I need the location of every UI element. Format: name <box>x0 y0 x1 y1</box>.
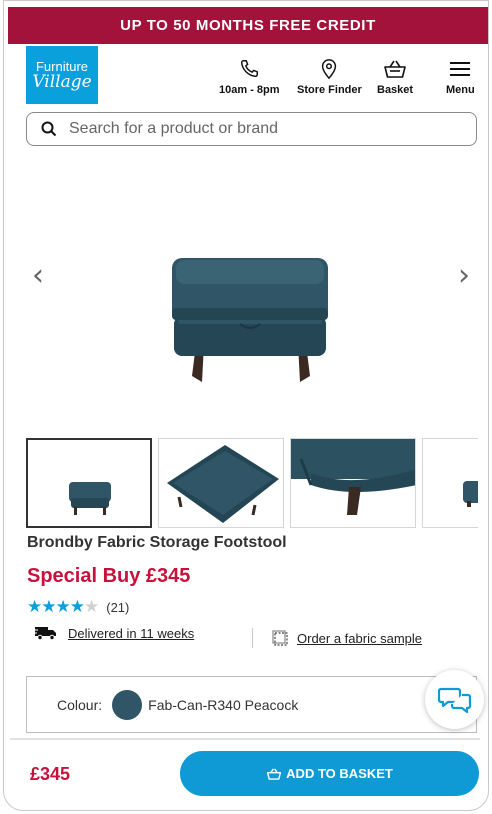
nav-menu[interactable]: Menu <box>446 58 475 96</box>
search-input[interactable] <box>69 120 449 138</box>
delivery-info[interactable]: Delivered in 11 weeks <box>34 625 194 641</box>
star-icon: ★ <box>41 597 56 616</box>
brand-logo[interactable]: Furniture Village <box>26 46 98 104</box>
gallery-next-arrow[interactable]: › <box>458 258 470 293</box>
logo-line-2: Village <box>32 71 92 92</box>
rating-stars: ★★★★★ <box>27 597 99 617</box>
star-icon: ★ <box>27 597 42 616</box>
thumbnail-leg-detail[interactable] <box>290 438 416 528</box>
fabric-sample-link[interactable]: Order a fabric sample <box>297 631 422 646</box>
delivery-truck-icon <box>34 627 56 641</box>
colour-value: Fab-Can-R340 Peacock <box>148 696 299 713</box>
nav-label: Store Finder <box>297 84 362 96</box>
colour-swatch <box>112 689 143 720</box>
product-title: Brondby Fabric Storage Footstool <box>27 534 287 551</box>
info-divider <box>252 628 253 648</box>
nav-label: Basket <box>377 84 414 96</box>
bottom-bar-divider <box>10 738 480 740</box>
basket-icon <box>384 60 406 78</box>
nav-store-finder[interactable]: Store Finder <box>297 58 362 96</box>
nav-opening-hours[interactable]: 10am - 8pm <box>219 58 280 96</box>
fabric-swatch-icon <box>272 630 288 646</box>
special-buy-price: Special Buy £345 <box>27 565 191 587</box>
promo-text: UP TO 50 MONTHS FREE CREDIT <box>120 17 376 34</box>
location-pin-icon <box>322 59 337 80</box>
promo-banner[interactable]: UP TO 50 MONTHS FREE CREDIT <box>8 7 488 44</box>
rating-summary[interactable]: ★★★★★ (21) <box>27 597 129 617</box>
hamburger-menu-icon <box>450 62 471 76</box>
add-to-basket-label: ADD TO BASKET <box>286 766 393 781</box>
nav-label: Menu <box>446 84 475 96</box>
product-main-image[interactable] <box>160 248 340 388</box>
add-to-basket-button[interactable]: ADD TO BASKET <box>180 751 479 796</box>
review-count: (21) <box>106 599 130 615</box>
fabric-sample[interactable]: Order a fabric sample <box>272 630 422 647</box>
star-icon: ★ <box>69 597 85 616</box>
logo-line-1: Furniture <box>35 58 89 74</box>
star-empty-icon: ★ <box>84 597 99 616</box>
gallery-prev-arrow[interactable]: ‹ <box>32 258 44 293</box>
delivery-link[interactable]: Delivered in 11 weeks <box>68 626 194 641</box>
colour-selector[interactable]: Colour: Fab-Can-R340 Peacock <box>26 676 477 733</box>
thumbnail-side-view[interactable] <box>422 438 478 528</box>
thumbnail-top-view[interactable] <box>158 438 284 528</box>
thumbnail-front[interactable] <box>26 438 152 528</box>
nav-label: 10am - 8pm <box>219 84 280 96</box>
nav-basket[interactable]: Basket <box>377 58 413 96</box>
colour-label: Colour: <box>57 696 103 713</box>
chat-button[interactable] <box>425 670 484 729</box>
chat-bubbles-icon <box>437 687 471 713</box>
star-icon: ★ <box>55 597 71 616</box>
bottom-price: £345 <box>30 764 71 784</box>
thumbnail-strip <box>26 438 478 530</box>
phone-icon <box>241 60 259 78</box>
basket-icon <box>267 768 282 780</box>
search-bar[interactable] <box>26 112 477 146</box>
search-icon <box>41 121 57 137</box>
